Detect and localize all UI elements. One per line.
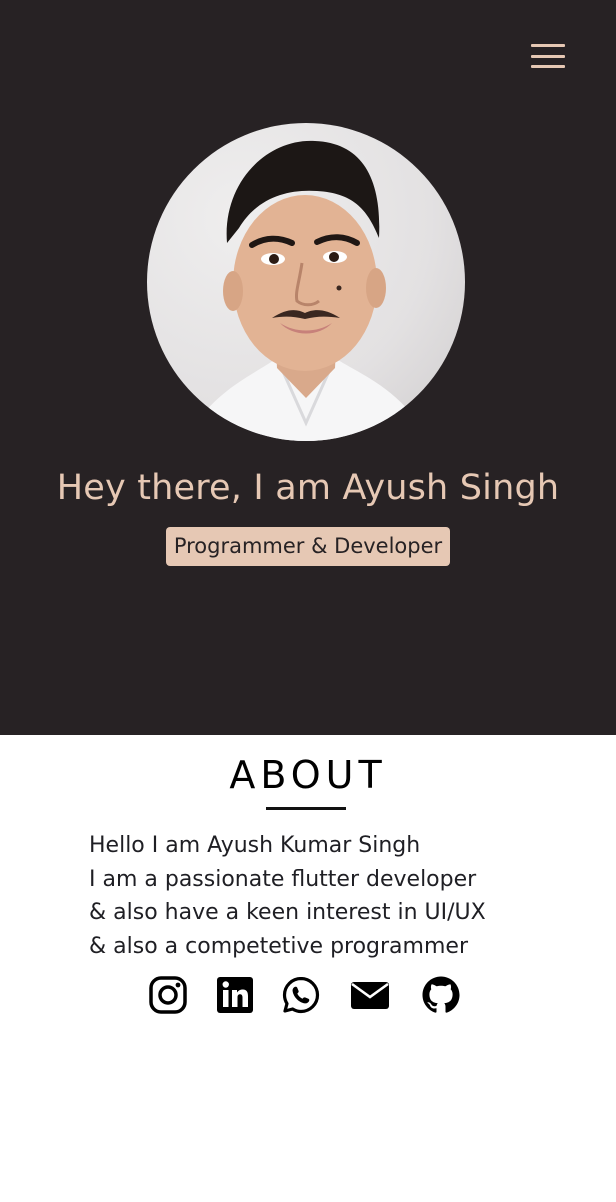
hero-section: Hey there, I am Ayush Singh Programmer &… [0, 0, 616, 735]
role-badge: Programmer & Developer [165, 527, 451, 566]
bio-line: I am a passionate flutter developer [89, 866, 477, 892]
whatsapp-icon[interactable] [281, 975, 321, 1015]
about-bio: Hello I am Ayush Kumar Singh I am a pass… [89, 829, 549, 963]
role-wrap: Programmer & Developer [0, 527, 616, 566]
linkedin-icon[interactable] [215, 975, 255, 1015]
instagram-icon[interactable] [148, 975, 188, 1015]
about-heading: ABOUT [229, 753, 387, 797]
email-icon[interactable] [350, 975, 390, 1015]
profile-photo-illustration [187, 140, 427, 441]
about-section: ABOUT Hello I am Ayush Kumar Singh I am … [0, 735, 616, 1202]
menu-line [531, 54, 565, 58]
hamburger-menu-icon[interactable] [531, 44, 565, 68]
bio-line: & also have a keen interest in UI/UX [89, 900, 486, 925]
hero-title: Hey there, I am Ayush Singh [56, 468, 560, 508]
bio-line: & also a competetive programmer [89, 933, 468, 959]
social-links [0, 975, 616, 1019]
about-heading-underline [266, 807, 346, 810]
bio-line: Hello I am Ayush Kumar Singh [89, 833, 421, 858]
menu-line [531, 44, 565, 47]
profile-photo [147, 123, 465, 441]
github-icon[interactable] [421, 975, 461, 1015]
menu-line [531, 65, 565, 68]
